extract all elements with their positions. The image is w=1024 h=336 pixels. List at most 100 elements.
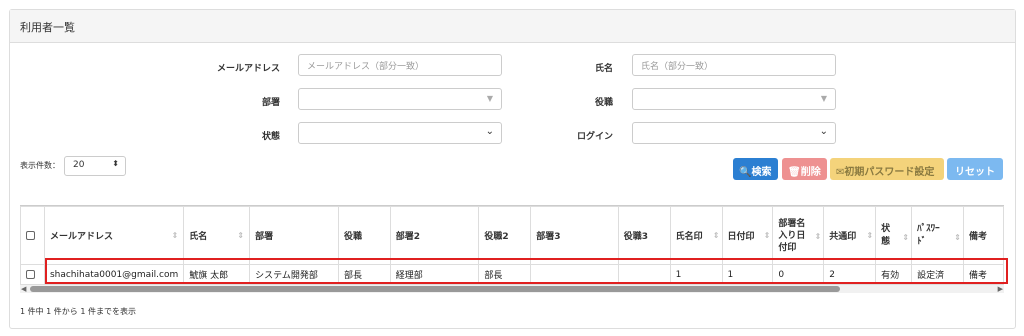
select-all-header[interactable] [20, 206, 45, 265]
header-department2: 部署2 [389, 206, 480, 265]
search-button[interactable]: 🔍検索 [733, 158, 778, 180]
row-checkbox[interactable] [26, 269, 35, 279]
page-size-value: 20 [73, 160, 85, 170]
header-status-line1: 状 [881, 223, 891, 234]
sort-icon: ⇕ [954, 233, 961, 242]
header-department3-label: 部署3 [536, 232, 561, 242]
cell-common-stamp: 2 [823, 264, 877, 285]
header-password-line1: ﾊﾟｽﾜｰ [917, 223, 940, 234]
dropdown-caret-icon: ▼ [486, 94, 493, 103]
panel-title: 利用者一覧 [10, 10, 1015, 43]
chevron-down-icon: ⌄ [485, 126, 494, 137]
header-date-stamp-label: 日付印 [727, 232, 755, 242]
sort-icon: ⇕ [171, 231, 179, 240]
initial-password-button-label: 初期パスワード設定 [844, 167, 935, 178]
cell-department2: 経理部 [389, 264, 480, 285]
position-label: 役職 [594, 98, 613, 108]
status-label: 状態 [261, 132, 280, 142]
header-position3-label: 役職3 [623, 232, 649, 242]
department-select[interactable]: ▼ [298, 88, 502, 110]
position-select[interactable]: ▼ [632, 88, 836, 110]
email-input[interactable]: メールアドレス（部分一致） [298, 54, 502, 76]
page-size-select[interactable]: 20 ⬍ [64, 156, 126, 176]
scroll-right-icon[interactable]: ▶ [998, 285, 1003, 293]
status-select[interactable]: ⌄ [298, 122, 502, 144]
up-down-icon: ⬍ [112, 159, 119, 168]
header-department3: 部署3 [530, 206, 619, 265]
header-date-stamp[interactable]: 日付印 ⇕ [721, 206, 774, 265]
delete-button-label: 削除 [800, 167, 821, 178]
email-label: メールアドレス [216, 64, 280, 74]
scroll-left-icon[interactable]: ◀ [21, 285, 26, 293]
header-department2-label: 部署2 [395, 232, 421, 242]
header-email[interactable]: メールアドレス ⇕ [43, 206, 185, 265]
cell-position3 [617, 264, 671, 285]
cell-position2: 部長 [478, 264, 532, 285]
header-common-stamp[interactable]: 共通印 ⇕ [823, 206, 877, 265]
search-icon: 🔍 [739, 167, 752, 178]
header-common-stamp-label: 共通印 [829, 232, 857, 242]
cell-date-stamp: 1 [721, 264, 774, 285]
delete-button[interactable]: 🗑削除 [782, 158, 827, 180]
select-all-checkbox[interactable] [26, 230, 35, 240]
sort-icon: ⇕ [712, 231, 720, 240]
name-label: 氏名 [594, 64, 613, 74]
cell-email[interactable]: shachihata0001@gmail.com [43, 264, 185, 285]
row-select-cell[interactable] [20, 264, 45, 285]
header-email-label: メールアドレス [49, 232, 113, 242]
sort-icon: ⇕ [814, 232, 822, 241]
table-row[interactable]: shachihata0001@gmail.com 鯱旗 太郎 システム開発部 部… [20, 264, 1005, 285]
header-department: 部署 [249, 206, 339, 265]
cell-dept-date-stamp: 0 [772, 264, 825, 285]
cell-department: システム開発部 [249, 264, 339, 285]
header-name-stamp-label: 氏名印 [675, 232, 703, 242]
cell-name-stamp: 1 [669, 264, 723, 285]
cell-position: 部長 [337, 264, 391, 285]
user-table-wrapper: メールアドレス ⇕ 氏名 ⇕ 部署 役職 部署2 役職2 部署3 役職3 氏名印 ⇕ … [20, 205, 1005, 285]
reset-button[interactable]: リセット [947, 158, 1003, 180]
name-input[interactable]: 氏名（部分一致） [632, 54, 836, 76]
cell-status: 有効 [875, 264, 913, 285]
sort-icon: ⇕ [866, 231, 874, 240]
header-dept-date-stamp-line2: 入り日 [778, 230, 806, 241]
search-button-label: 検索 [751, 167, 772, 178]
dropdown-caret-icon: ▼ [820, 94, 827, 103]
sort-icon: ⇕ [763, 231, 771, 240]
header-password[interactable]: ﾊﾟｽﾜｰ ﾄﾞ ⇕ [911, 206, 964, 265]
header-position2-label: 役職2 [484, 232, 509, 242]
header-name-stamp[interactable]: 氏名印 ⇕ [669, 206, 723, 265]
cell-notes: 備考 [962, 264, 1005, 285]
cell-password: 設定済 [911, 264, 964, 285]
header-position3: 役職3 [617, 206, 671, 265]
header-name[interactable]: 氏名 ⇕ [183, 206, 251, 265]
department-label: 部署 [261, 98, 280, 108]
login-select[interactable]: ⌄ [632, 122, 836, 144]
sort-icon: ⇕ [237, 231, 245, 240]
chevron-down-icon: ⌄ [819, 126, 828, 137]
header-notes-label: 備考 [968, 232, 987, 242]
pagination-summary: 1 件中 1 件から 1 件までを表示 [20, 307, 136, 316]
cell-name: 鯱旗 太郎 [183, 264, 251, 285]
page-size-label: 表示件数： [20, 161, 60, 170]
initial-password-button[interactable]: ✉初期パスワード設定 [830, 158, 944, 180]
table-header-row: メールアドレス ⇕ 氏名 ⇕ 部署 役職 部署2 役職2 部署3 役職3 氏名印 ⇕ … [20, 206, 1005, 265]
header-position: 役職 [337, 206, 391, 265]
trash-icon: 🗑 [788, 167, 801, 178]
header-dept-date-stamp-line1: 部署名 [778, 218, 806, 229]
header-status[interactable]: 状 態 ⇕ [875, 206, 913, 265]
header-notes: 備考 [962, 206, 1005, 265]
header-dept-date-stamp-line3: 付印 [778, 242, 797, 253]
header-dept-date-stamp[interactable]: 部署名 入り日 付印 ⇕ [772, 206, 825, 265]
user-table: メールアドレス ⇕ 氏名 ⇕ 部署 役職 部署2 役職2 部署3 役職3 氏名印 ⇕ … [20, 206, 1005, 285]
header-name-label: 氏名 [189, 232, 208, 242]
header-department-label: 部署 [255, 232, 274, 242]
login-label: ログイン [576, 132, 613, 142]
header-password-line2: ﾄﾞ [917, 236, 927, 247]
header-position2: 役職2 [478, 206, 532, 265]
header-position-label: 役職 [343, 232, 362, 242]
sort-icon: ⇕ [902, 233, 910, 242]
horizontal-scrollbar[interactable]: ◀ ▶ [20, 285, 1004, 293]
cell-department3 [530, 264, 619, 285]
header-status-line2: 態 [881, 236, 891, 247]
scrollbar-thumb[interactable] [30, 286, 840, 292]
